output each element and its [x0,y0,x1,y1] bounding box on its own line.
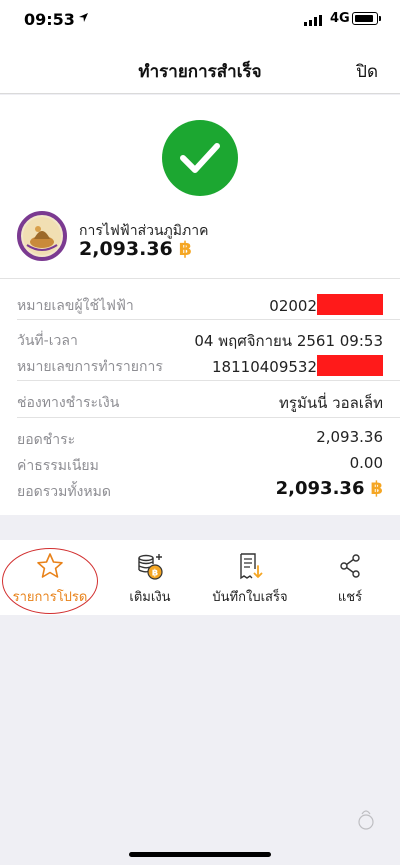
coin-add-icon: ฿ [138,554,163,580]
star-icon [37,553,63,578]
payee-amount-value: 2,093.36 [79,238,173,260]
detail-row-channel: ช่องทางชำระเงิน ทรูมันนี่ วอลเล็ท [17,389,383,412]
detail-row-total: ยอดรวมทั้งหมด 2,093.36 ฿ [17,478,383,500]
share-button[interactable]: แชร์ [300,540,400,615]
payee-amount: 2,093.36 ฿ [79,238,192,260]
divider [17,417,400,418]
page-title: ทำรายการสำเร็จ [138,62,262,82]
detail-value: 18110409532 [212,355,383,376]
divider [0,278,400,279]
home-indicator [129,852,271,857]
detail-row-fee: ค่าธรรมเนียม 0.00 [17,452,383,474]
favorite-button[interactable]: รายการโปรด [0,540,100,615]
watermark-icon [358,810,374,830]
redaction-box [317,294,383,315]
save-receipt-button[interactable]: บันทึกใบเสร็จ [200,540,300,615]
close-button[interactable]: ปิด [356,58,378,85]
detail-value: ทรูมันนี่ วอลเล็ท [279,394,383,412]
detail-row-customer-id: หมายเลขผู้ใช้ไฟฟ้า 02002 [17,292,383,315]
divider [17,319,400,320]
redaction-box [317,355,383,376]
nav-bar: ทำรายการสำเร็จ ปิด [0,44,400,94]
detail-label: ยอดชำระ [17,432,76,448]
detail-row-transaction-id: หมายเลขการทำรายการ 18110409532 [17,353,383,376]
detail-value: 04 พฤศจิกายน 2561 09:53 [194,332,383,350]
detail-row-payment: ยอดชำระ 2,093.36 [17,426,383,448]
signal-icon [304,15,322,26]
network-type: 4G [330,11,350,26]
divider [17,380,400,381]
status-time: 09:53 [24,10,75,29]
share-label: แชร์ [337,590,363,605]
success-check-icon [162,120,238,196]
location-arrow-icon [79,13,88,22]
top-up-label: เติมเงิน [129,590,171,605]
status-bar: 09:53 4G [0,0,400,44]
transaction-id-value: 18110409532 [212,358,317,376]
favorite-label: รายการโปรด [12,590,88,605]
customer-id-value: 02002 [269,297,317,315]
save-receipt-icon [240,553,263,580]
total-amount-value: 2,093.36 [275,478,365,499]
share-icon [340,554,360,578]
battery-icon [352,12,381,25]
detail-value: 0.00 [349,454,383,472]
baht-icon: ฿ [370,478,383,499]
detail-label: หมายเลขผู้ใช้ไฟฟ้า [17,298,134,314]
top-up-button[interactable]: ฿ เติมเงิน [100,540,200,615]
save-receipt-label: บันทึกใบเสร็จ [212,590,288,605]
receipt-card: การไฟฟ้าส่วนภูมิภาค 2,093.36 ฿ หมายเลขผู้… [0,95,400,515]
detail-label: ค่าธรรมเนียม [17,458,99,474]
detail-label: ยอดรวมทั้งหมด [17,484,111,500]
action-bar: รายการโปรด ฿ เติมเงิน บันทึกใบเสร็จ แชร์ [0,540,400,615]
pea-logo-icon [17,211,67,261]
detail-value: 2,093.36 [316,428,383,446]
detail-label: ช่องทางชำระเงิน [17,395,120,411]
detail-value: 02002 [269,294,383,315]
detail-label: วันที่-เวลา [17,333,78,349]
total-amount: 2,093.36 ฿ [276,478,383,499]
baht-icon: ฿ [178,238,192,260]
svg-text:฿: ฿ [152,569,158,579]
detail-label: หมายเลขการทำรายการ [17,359,163,375]
detail-row-datetime: วันที่-เวลา 04 พฤศจิกายน 2561 09:53 [17,327,383,350]
